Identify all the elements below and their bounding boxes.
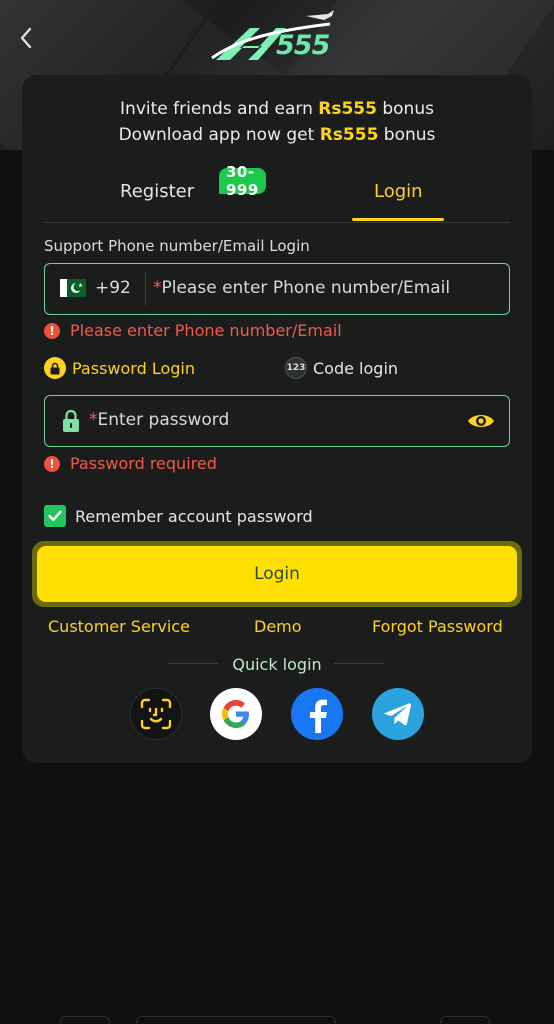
divider-line <box>334 663 384 664</box>
promo-line-download: Download app now get Rs555 bonus <box>22 125 532 145</box>
tab-login[interactable]: Login <box>374 181 423 202</box>
telegram-login-button[interactable] <box>372 688 424 740</box>
phone-error: ! Please enter Phone number/Email <box>44 321 342 340</box>
chevron-left-icon <box>20 27 32 49</box>
show-password-eye-icon[interactable] <box>467 410 495 436</box>
tab-login-label: Login <box>374 181 423 202</box>
checkmark-icon <box>48 510 62 521</box>
logo-text: 555 <box>276 30 330 61</box>
demo-link[interactable]: Demo <box>254 617 302 636</box>
quick-login-label: Quick login <box>232 655 322 674</box>
password-input[interactable]: *Enter password <box>89 410 229 430</box>
password-placeholder: Enter password <box>97 410 230 430</box>
promo-invite-text: Invite friends and earn <box>120 99 319 119</box>
support-label: Support Phone number/Email Login <box>44 237 310 255</box>
error-icon: ! <box>44 322 60 339</box>
promo-line-invite: Invite friends and earn Rs555 bonus <box>22 99 532 119</box>
promo-download-amount: Rs555 <box>319 125 379 145</box>
login-card: Invite friends and earn Rs555 bonus Down… <box>22 75 532 763</box>
promo-download-suffix: bonus <box>378 125 436 145</box>
phone-placeholder: Please enter Phone number/Email <box>161 278 451 298</box>
password-field[interactable]: *Enter password <box>44 395 510 447</box>
password-login-label: Password Login <box>72 358 195 378</box>
lock-icon <box>62 409 80 437</box>
app-logo: 555 <box>210 8 340 68</box>
facebook-icon <box>310 699 327 733</box>
lock-icon <box>44 357 66 379</box>
bottom-nav-edge <box>60 1016 110 1024</box>
password-login-option[interactable]: Password Login <box>44 357 195 379</box>
remember-checkbox[interactable] <box>44 505 66 527</box>
tab-register[interactable]: Register 30-999 <box>120 163 266 202</box>
password-error-text: Password required <box>70 454 217 473</box>
google-icon <box>222 700 249 728</box>
face-id-login-button[interactable] <box>130 688 182 740</box>
field-divider <box>145 272 146 306</box>
error-icon: ! <box>44 455 60 472</box>
numeric-code-icon: 123 <box>285 357 307 379</box>
facebook-login-button[interactable] <box>291 688 343 740</box>
phone-email-field[interactable]: +92 *Please enter Phone number/Email <box>44 263 510 315</box>
customer-service-link[interactable]: Customer Service <box>48 617 190 636</box>
promo-invite-suffix: bonus <box>376 99 434 119</box>
auth-tabs: Register 30-999 Login <box>44 163 510 223</box>
promo-invite-amount: Rs555 <box>318 99 377 119</box>
face-id-icon <box>140 698 172 730</box>
promo-download-text: Download app now get <box>118 125 320 145</box>
login-button[interactable]: Login <box>32 541 522 607</box>
google-login-button[interactable] <box>210 688 262 740</box>
required-star: * <box>153 278 162 298</box>
bottom-nav-edge <box>440 1016 490 1024</box>
tab-register-label: Register <box>120 181 195 202</box>
phone-email-input[interactable]: *Please enter Phone number/Email <box>153 278 450 298</box>
required-star: * <box>89 410 98 430</box>
remember-password[interactable]: Remember account password <box>44 505 313 527</box>
pakistan-flag-icon[interactable] <box>60 279 86 297</box>
active-tab-indicator <box>352 218 444 221</box>
back-button[interactable] <box>10 20 42 56</box>
register-bonus-badge: 30-999 <box>219 163 266 199</box>
bottom-nav-edge <box>136 1016 336 1024</box>
password-error: ! Password required <box>44 454 217 473</box>
forgot-password-link[interactable]: Forgot Password <box>372 617 503 636</box>
remember-label: Remember account password <box>75 506 313 526</box>
phone-error-text: Please enter Phone number/Email <box>70 321 342 340</box>
code-login-option[interactable]: 123 Code login <box>285 357 398 379</box>
telegram-icon <box>384 703 411 726</box>
code-login-label: Code login <box>313 358 399 378</box>
login-button-label: Login <box>37 546 517 602</box>
country-code[interactable]: +92 <box>95 278 131 298</box>
